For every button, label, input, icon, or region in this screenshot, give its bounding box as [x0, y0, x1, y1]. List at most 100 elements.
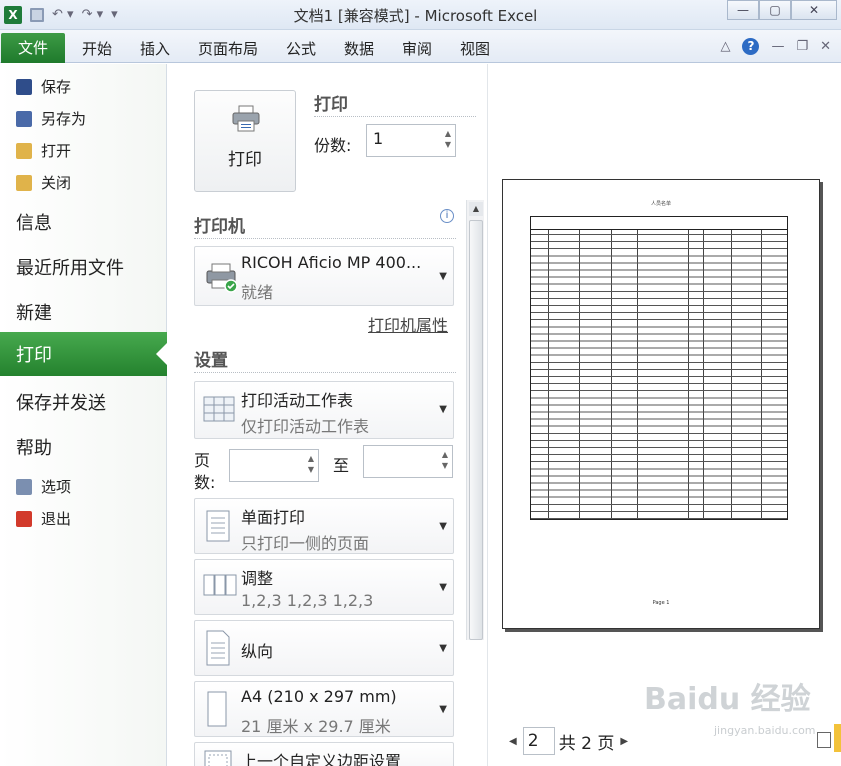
ribbon-right-controls: △ ? — ❐ ✕ — [720, 38, 831, 55]
copies-label: 份数: — [314, 136, 352, 155]
copies-value: 1 — [373, 129, 384, 148]
preview-table-header — [531, 217, 787, 230]
tab-review[interactable]: 审阅 — [402, 38, 432, 59]
copies-spinner[interactable]: 1 ▲ ▼ — [366, 124, 456, 157]
collate-pages-icon — [203, 574, 237, 596]
nav-recent[interactable]: 最近所用文件 — [16, 254, 124, 280]
tab-home[interactable]: 开始 — [82, 38, 112, 59]
nav-save[interactable]: 保存 — [16, 76, 71, 97]
orientation-dropdown[interactable]: 纵向 ▼ — [194, 620, 454, 676]
chevron-down-icon: ▼ — [439, 704, 447, 715]
sides-dropdown[interactable]: 单面打印 只打印一侧的页面 ▼ — [194, 498, 454, 554]
tab-page-layout[interactable]: 页面布局 — [198, 38, 258, 59]
pages-from-spinner[interactable]: ▲ ▼ — [229, 449, 319, 482]
printer-properties-link[interactable]: 打印机属性 — [368, 312, 448, 336]
pages-to-spinner[interactable]: ▲ ▼ — [363, 445, 453, 478]
paper-size-dropdown[interactable]: A4 (210 x 297 mm) 21 厘米 x 29.7 厘米 ▼ — [194, 681, 454, 737]
tab-formulas[interactable]: 公式 — [286, 38, 316, 59]
margins-icon — [204, 750, 232, 766]
nav-open[interactable]: 打开 — [16, 140, 71, 161]
close-button[interactable]: ✕ — [791, 0, 837, 20]
zoom-to-page-icon[interactable] — [834, 724, 841, 752]
print-button[interactable]: 打印 — [194, 90, 296, 192]
page-navigator: ◀ 2 共 2 页 ▶ — [503, 727, 634, 755]
nav-close-label: 关闭 — [41, 174, 72, 192]
nav-print[interactable]: 打印 — [0, 332, 168, 376]
collate-sub: 1,2,3 1,2,3 1,2,3 — [241, 591, 374, 610]
chevron-down-icon: ▼ — [439, 271, 447, 282]
options-icon — [16, 478, 32, 495]
folder-close-icon — [16, 174, 32, 191]
nav-save-as[interactable]: 另存为 — [16, 108, 86, 129]
printer-ready-icon — [206, 263, 238, 293]
divider — [194, 238, 456, 239]
preview-page: 人员名单 Page 1 — [502, 179, 820, 629]
scroll-up-icon[interactable]: ▲ — [469, 202, 483, 216]
tab-data[interactable]: 数据 — [344, 38, 374, 59]
paper-size-sub: 21 厘米 x 29.7 厘米 — [241, 717, 391, 736]
nav-new[interactable]: 新建 — [16, 299, 52, 325]
printer-dropdown[interactable]: RICOH Aficio MP 400... 就绪 ▼ — [194, 246, 454, 306]
active-notch — [156, 342, 168, 366]
sides-title: 单面打印 — [241, 508, 306, 527]
tab-file[interactable]: 文件 — [1, 33, 65, 63]
collate-title: 调整 — [241, 569, 274, 588]
nav-print-label: 打印 — [16, 345, 52, 366]
paper-icon — [207, 691, 227, 727]
margins-title: 上一个自定义边距设置 — [241, 752, 402, 766]
nav-help[interactable]: 帮助 — [16, 434, 52, 460]
minimize-ribbon-icon[interactable]: △ — [720, 39, 730, 54]
nav-save-send[interactable]: 保存并发送 — [16, 389, 106, 415]
tab-insert[interactable]: 插入 — [140, 38, 170, 59]
pages-label: 页数: — [194, 451, 216, 492]
nav-options[interactable]: 选项 — [16, 476, 71, 497]
spinner-arrows-icon[interactable]: ▲ ▼ — [442, 449, 448, 471]
tab-view[interactable]: 视图 — [460, 38, 490, 59]
print-button-label: 打印 — [228, 150, 262, 170]
nav-save-label: 保存 — [41, 78, 72, 96]
spinner-arrows-icon[interactable]: ▲ ▼ — [445, 128, 451, 150]
doc-restore-icon[interactable]: ❐ — [796, 39, 808, 54]
ribbon-tab-bar: 文件 开始 插入 页面布局 公式 数据 审阅 视图 △ ? — ❐ ✕ — [0, 30, 841, 63]
nav-info[interactable]: 信息 — [16, 209, 52, 235]
window-title: 文档1 [兼容模式] - Microsoft Excel — [293, 7, 538, 25]
baidu-watermark-url: jingyan.baidu.com — [714, 724, 816, 737]
portrait-page-icon — [206, 630, 230, 666]
collate-dropdown[interactable]: 调整 1,2,3 1,2,3 1,2,3 ▼ — [194, 559, 454, 615]
chevron-down-icon: ▼ — [439, 404, 447, 415]
folder-open-icon — [16, 142, 32, 159]
paper-size-title: A4 (210 x 297 mm) — [241, 687, 397, 706]
maximize-button[interactable]: ▢ — [759, 0, 791, 20]
one-sided-page-icon — [206, 510, 230, 542]
margins-dropdown[interactable]: 上一个自定义边距设置 — [194, 742, 454, 766]
current-page-input[interactable]: 2 — [522, 727, 555, 755]
spinner-arrows-icon[interactable]: ▲ ▼ — [308, 453, 314, 475]
scroll-thumb[interactable] — [469, 220, 483, 640]
printer-status: 就绪 — [241, 283, 274, 302]
divider — [194, 372, 456, 373]
preview-table-thumbnail — [530, 216, 788, 520]
print-scope-dropdown[interactable]: 打印活动工作表 仅打印活动工作表 ▼ — [194, 381, 454, 439]
exit-icon — [16, 510, 32, 527]
preview-page-footer: Page 1 — [652, 600, 670, 606]
settings-scrollbar[interactable]: ▲ — [466, 200, 484, 640]
print-settings-panel: 打印 打印 份数: 1 ▲ ▼ 打印机 i RICOH Aficio MP 400… — [168, 64, 488, 766]
backstage-nav: 保存 另存为 打开 关闭 信息 最近所用文件 新建 打印 保存并发送 帮助 选项… — [0, 64, 168, 766]
info-icon[interactable]: i — [440, 209, 454, 223]
show-margins-icon[interactable] — [817, 732, 831, 748]
pages-to-label: 至 — [333, 456, 350, 475]
minimize-button[interactable]: — — [727, 0, 759, 20]
nav-close[interactable]: 关闭 — [16, 172, 71, 193]
doc-close-icon[interactable]: ✕ — [820, 39, 831, 54]
doc-minimize-icon[interactable]: — — [771, 39, 784, 54]
next-page-icon[interactable]: ▶ — [620, 736, 628, 747]
save-as-icon — [16, 110, 32, 127]
sides-sub: 只打印一侧的页面 — [241, 534, 370, 553]
prev-page-icon[interactable]: ◀ — [509, 736, 517, 747]
printer-section-title: 打印机 — [194, 217, 245, 237]
divider — [314, 116, 476, 117]
nav-exit[interactable]: 退出 — [16, 508, 71, 529]
save-icon — [16, 78, 32, 95]
help-icon[interactable]: ? — [742, 38, 760, 55]
print-section-title: 打印 — [314, 95, 348, 115]
